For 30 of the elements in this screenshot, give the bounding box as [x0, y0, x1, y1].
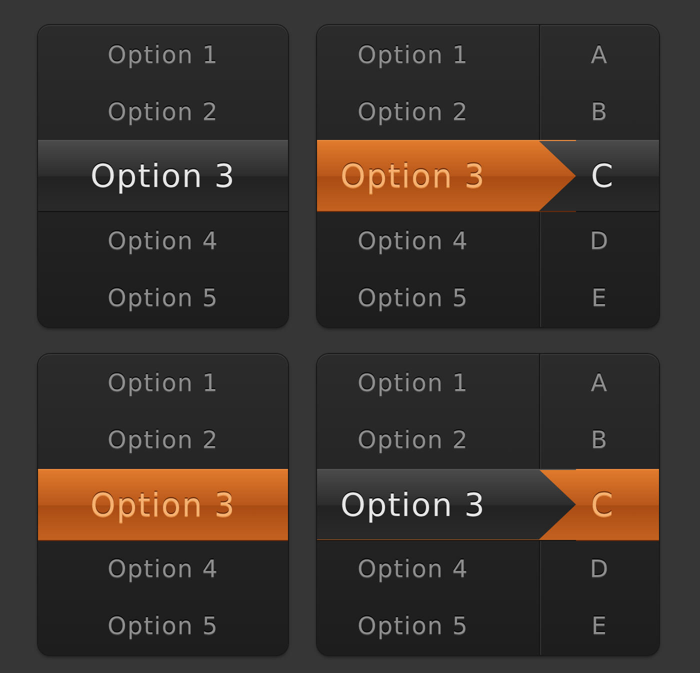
picker-option[interactable]: Option 2 [317, 83, 539, 140]
picker-option[interactable]: Option 1 [38, 354, 288, 412]
picker-option[interactable]: Option 2 [38, 83, 288, 140]
picker-option[interactable]: Option 3 [38, 468, 288, 540]
picker-option[interactable]: Option 5 [38, 269, 288, 326]
picker-letter[interactable]: A [540, 354, 659, 412]
picker-option[interactable]: Option 3 [317, 140, 576, 212]
picker-option[interactable]: Option 4 [38, 540, 288, 598]
picker-option[interactable]: Option 5 [317, 269, 539, 326]
picker-option[interactable]: Option 4 [317, 212, 539, 269]
picker-option[interactable]: Option 5 [38, 598, 288, 654]
picker-option[interactable]: Option 3 [317, 468, 576, 540]
picker-letter[interactable]: E [540, 269, 659, 326]
picker-option[interactable]: Option 2 [317, 412, 539, 468]
picker-letter[interactable]: D [540, 212, 659, 269]
picker-option[interactable]: Option 1 [317, 26, 539, 83]
picker-letter[interactable]: B [540, 412, 659, 468]
picker-option[interactable]: Option 4 [38, 212, 288, 269]
picker-option[interactable]: Option 3 [38, 140, 288, 212]
picker-letter[interactable]: D [540, 540, 659, 598]
picker-letter[interactable]: C [576, 468, 659, 540]
picker-option[interactable]: Option 1 [38, 26, 288, 83]
picker-letter[interactable]: A [540, 26, 659, 83]
picker-letter[interactable]: B [540, 83, 659, 140]
picker-option[interactable]: Option 5 [317, 598, 539, 654]
picker-letter[interactable]: C [576, 140, 659, 212]
picker-option[interactable]: Option 4 [317, 540, 539, 598]
picker-option[interactable]: Option 1 [317, 354, 539, 412]
picker-option[interactable]: Option 2 [38, 412, 288, 468]
picker-letter[interactable]: E [540, 598, 659, 654]
